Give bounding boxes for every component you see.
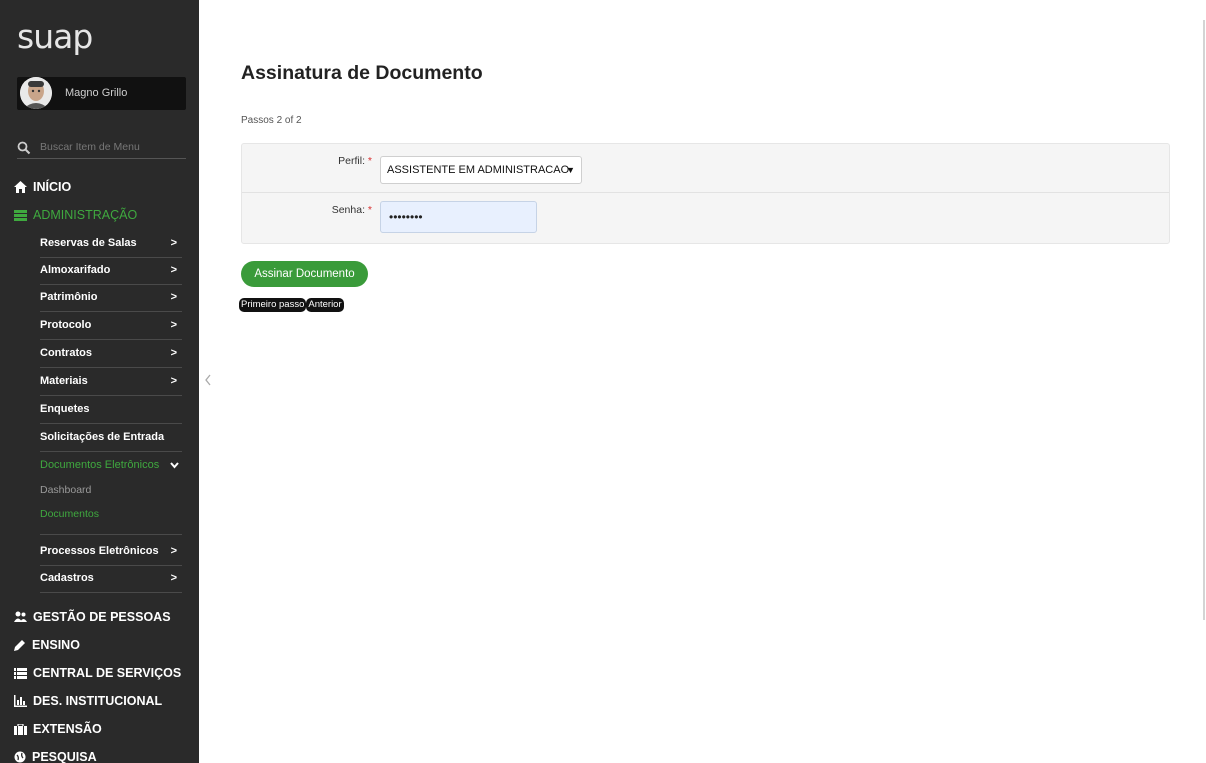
sidebar-item-processos-eletronicos[interactable]: Processos Eletrônicos > xyxy=(40,540,182,566)
chevron-left-icon[interactable] xyxy=(203,373,213,387)
perfil-select[interactable]: ASSISTENTE EM ADMINISTRACAO ▼ xyxy=(380,156,582,184)
sidebar-item-label: Almoxarifado xyxy=(40,264,111,276)
menu-gestao-de-pessoas[interactable]: GESTÃO DE PESSOAS xyxy=(14,608,171,626)
menu-label: ENSINO xyxy=(32,638,80,652)
chevron-right-icon: > xyxy=(170,347,177,359)
chevron-right-icon: > xyxy=(170,264,177,276)
required-mark: * xyxy=(367,155,372,167)
home-icon xyxy=(14,181,27,193)
sidebar-subitem-documentos[interactable]: Documentos xyxy=(40,508,99,520)
chevron-right-icon: > xyxy=(170,319,177,331)
sidebar-item-label: Documentos Eletrônicos xyxy=(40,459,160,471)
menu-extensao[interactable]: EXTENSÃO xyxy=(14,720,102,738)
menu-label: GESTÃO DE PESSOAS xyxy=(33,610,171,624)
form-row-divider xyxy=(242,192,1169,193)
signature-form: Perfil: * ASSISTENTE EM ADMINISTRACAO ▼ … xyxy=(241,143,1170,244)
perfil-label-text: Perfil: xyxy=(338,155,365,167)
senha-label-text: Senha: xyxy=(331,204,365,216)
sidebar: suap Magno Grillo Buscar Item de Menu IN… xyxy=(0,0,199,763)
dropdown-arrow-icon: ▼ xyxy=(566,165,575,175)
search-icon xyxy=(17,141,31,155)
required-mark: * xyxy=(367,204,372,216)
app-logo[interactable]: suap xyxy=(17,20,93,53)
previous-step-link[interactable]: Anterior xyxy=(306,298,344,312)
page-title: Assinatura de Documento xyxy=(241,62,483,84)
sidebar-item-label: Enquetes xyxy=(40,403,90,415)
user-name: Magno Grillo xyxy=(65,87,128,99)
menu-label: PESQUISA xyxy=(32,750,97,763)
sidebar-item-label: Cadastros xyxy=(40,572,94,584)
menu-search[interactable]: Buscar Item de Menu xyxy=(17,140,186,159)
sidebar-item-protocolo[interactable]: Protocolo > xyxy=(40,314,182,340)
sidebar-item-reservas-de-salas[interactable]: Reservas de Salas > xyxy=(40,232,182,258)
sidebar-item-label: Contratos xyxy=(40,347,92,359)
search-input[interactable]: Buscar Item de Menu xyxy=(40,141,140,153)
sign-document-button[interactable]: Assinar Documento xyxy=(241,261,368,287)
chevron-right-icon: > xyxy=(170,291,177,303)
sidebar-item-enquetes[interactable]: Enquetes xyxy=(40,398,182,424)
chevron-down-icon xyxy=(170,462,179,469)
sidebar-item-label: Patrimônio xyxy=(40,291,98,303)
sidebar-item-label: Materiais xyxy=(40,375,88,387)
menu-inicio[interactable]: INÍCIO xyxy=(14,178,71,196)
users-icon xyxy=(14,611,27,622)
sidebar-divider xyxy=(40,534,182,535)
menu-label: DES. INSTITUCIONAL xyxy=(33,694,163,708)
menu-inicio-label: INÍCIO xyxy=(33,180,72,194)
chevron-right-icon: > xyxy=(170,237,177,249)
list-icon xyxy=(14,209,27,221)
menu-administracao[interactable]: ADMINISTRAÇÃO xyxy=(14,206,137,224)
menu-des-institucional[interactable]: DES. INSTITUCIONAL xyxy=(14,692,162,710)
avatar xyxy=(20,77,52,109)
sidebar-item-almoxarifado[interactable]: Almoxarifado > xyxy=(40,259,182,285)
sidebar-item-label: Processos Eletrônicos xyxy=(40,545,159,557)
sidebar-item-label: Protocolo xyxy=(40,319,92,331)
chevron-right-icon: > xyxy=(170,545,177,557)
senha-label: Senha: * xyxy=(242,204,372,216)
sidebar-item-label: Reservas de Salas xyxy=(40,237,137,249)
chevron-right-icon: > xyxy=(170,375,177,387)
chevron-right-icon: > xyxy=(170,572,177,584)
sidebar-item-contratos[interactable]: Contratos > xyxy=(40,342,182,368)
menu-ensino[interactable]: ENSINO xyxy=(14,636,80,654)
sidebar-item-materiais[interactable]: Materiais > xyxy=(40,370,182,396)
globe-icon xyxy=(14,751,26,763)
sidebar-item-label: Solicitações de Entrada xyxy=(40,431,165,443)
sidebar-item-cadastros[interactable]: Cadastros > xyxy=(40,567,182,593)
main-content: Assinatura de Documento Passos 2 of 2 Pe… xyxy=(239,0,1171,763)
menu-label: EXTENSÃO xyxy=(33,722,102,736)
sidebar-subitem-dashboard[interactable]: Dashboard xyxy=(40,484,91,496)
menu-pesquisa[interactable]: PESQUISA xyxy=(14,748,97,763)
user-profile[interactable]: Magno Grillo xyxy=(17,77,186,110)
menu-administracao-label: ADMINISTRAÇÃO xyxy=(33,208,138,222)
steps-indicator: Passos 2 of 2 xyxy=(241,115,302,126)
wizard-navigation: Primeiro passo Anterior xyxy=(239,298,344,312)
briefcase-icon xyxy=(14,723,27,735)
sidebar-item-documentos-eletronicos[interactable]: Documentos Eletrônicos xyxy=(40,454,182,479)
pencil-icon xyxy=(14,640,25,651)
first-step-link[interactable]: Primeiro passo xyxy=(239,298,307,312)
sidebar-item-solicitacoes-de-entrada[interactable]: Solicitações de Entrada xyxy=(40,426,182,452)
password-field[interactable]: •••••••• xyxy=(380,201,537,233)
perfil-label: Perfil: * xyxy=(242,155,372,167)
scrollbar[interactable] xyxy=(1203,20,1205,620)
list-icon xyxy=(14,667,27,679)
menu-central-de-servicos[interactable]: CENTRAL DE SERVIÇOS xyxy=(14,664,181,682)
sidebar-item-patrimonio[interactable]: Patrimônio > xyxy=(40,286,182,312)
perfil-select-value: ASSISTENTE EM ADMINISTRACAO xyxy=(387,164,570,176)
menu-label: CENTRAL DE SERVIÇOS xyxy=(33,666,182,680)
bar-chart-icon xyxy=(14,695,27,707)
